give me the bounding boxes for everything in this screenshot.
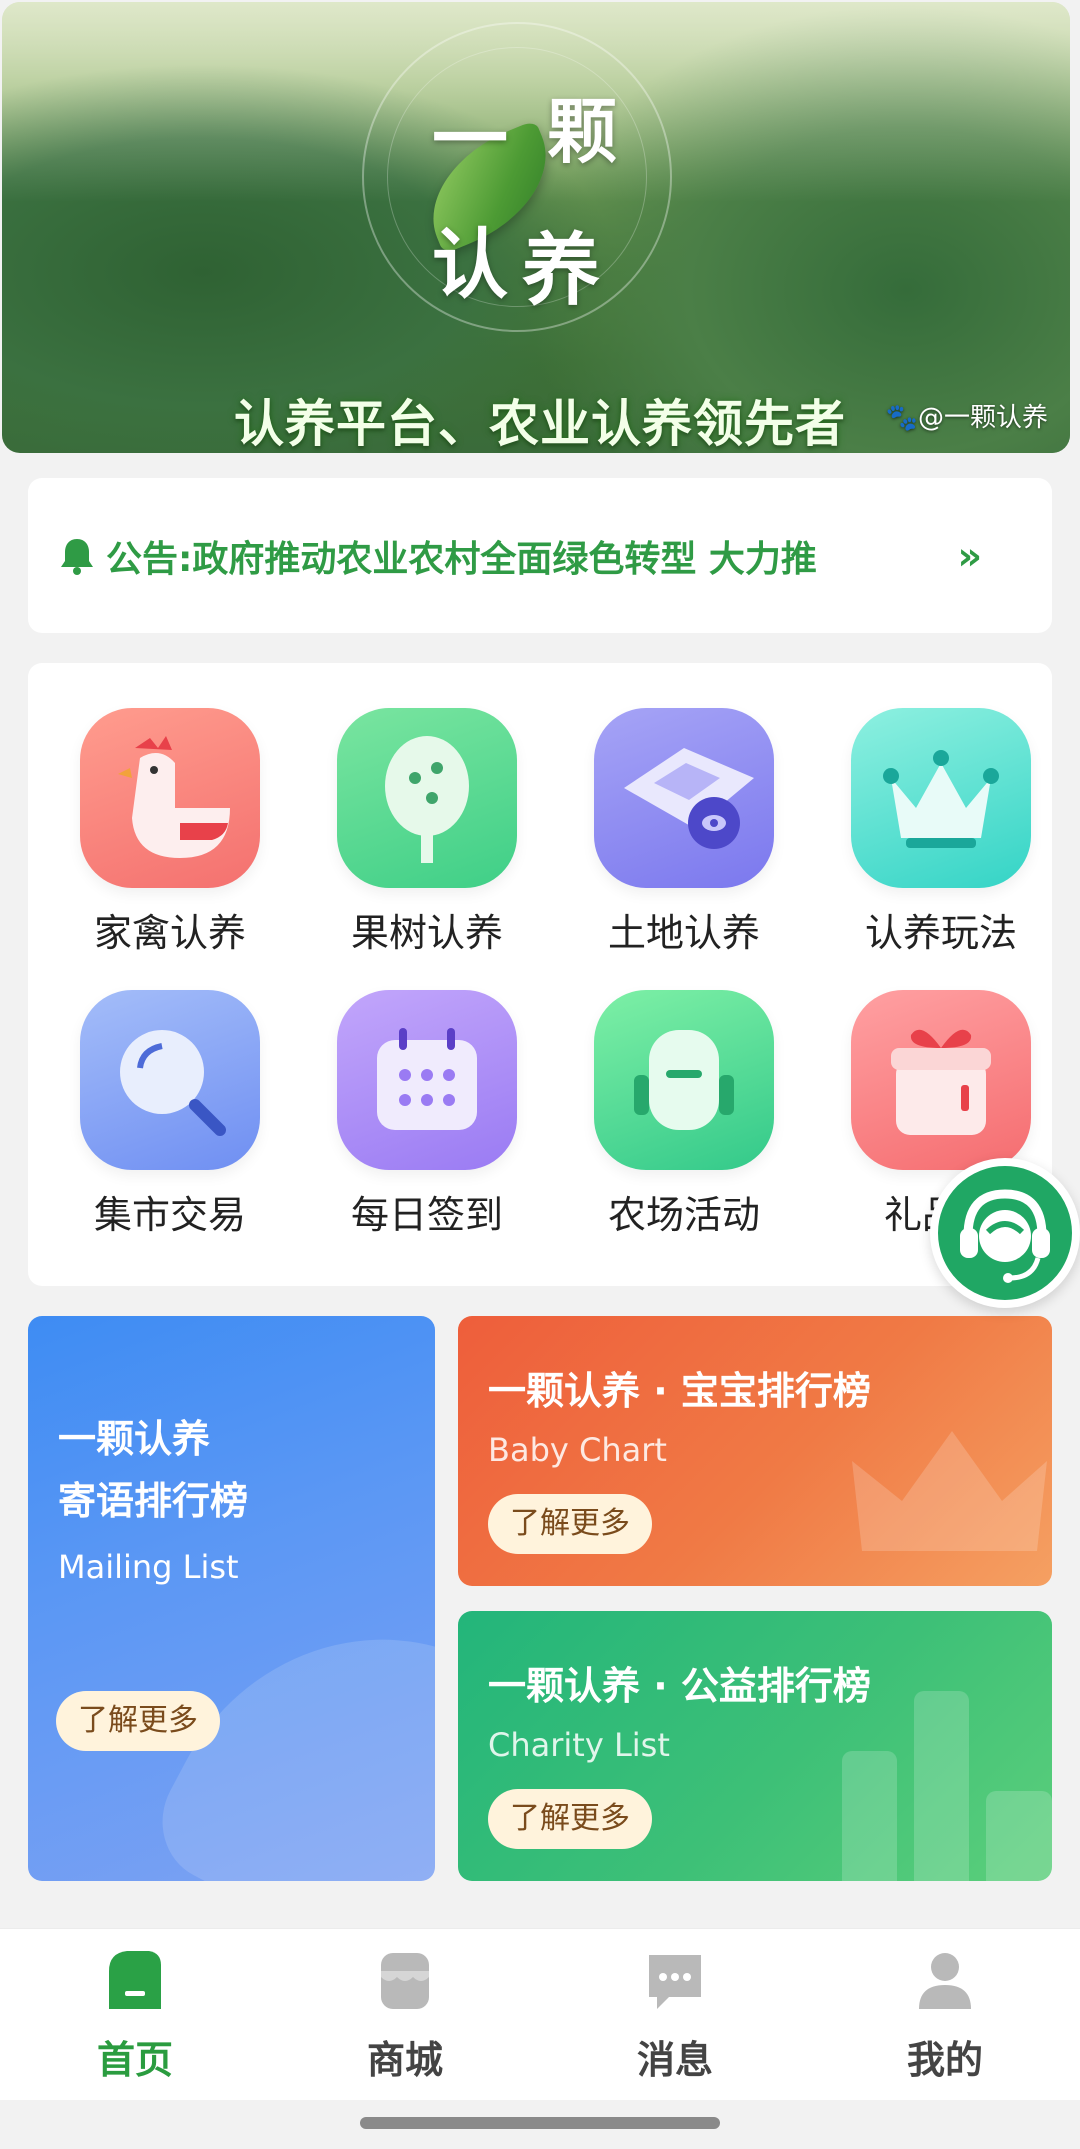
app-screen: 一 颗 认 养 认养平台、农业认养领先者 🐾@一颗认养 公告:政府推动农业农村全… xyxy=(0,0,1080,2149)
home-icon xyxy=(109,1951,161,2009)
grid-label: 农场活动 xyxy=(607,1193,760,1237)
chicken-icon xyxy=(80,708,260,888)
banner-slogan: 认养平台、农业认养领先者 xyxy=(234,395,846,453)
tab-home[interactable]: 首页 xyxy=(0,1929,270,2100)
grid-item-farm-activity[interactable]: 农场活动 xyxy=(569,990,799,1239)
baby-chart-card[interactable]: 一颗认养 · 宝宝排行榜 Baby Chart 了解更多 xyxy=(458,1316,1052,1586)
grid-label: 土地认养 xyxy=(607,911,760,955)
calendar-icon xyxy=(337,990,517,1170)
learn-more-button[interactable]: 了解更多 xyxy=(488,1494,652,1554)
customer-service-icon xyxy=(960,1189,1050,1283)
grid-label: 果树认养 xyxy=(350,911,503,955)
mailing-list-card[interactable]: 一颗认养 寄语排行榜 Mailing List 了解更多 xyxy=(28,1316,435,1881)
learn-more-button[interactable]: 了解更多 xyxy=(56,1691,220,1751)
grid-label: 每日签到 xyxy=(350,1193,503,1237)
charity-title: 一颗认养 · 公益排行榜 xyxy=(488,1664,871,1708)
tree-icon xyxy=(337,708,517,888)
charity-subtitle: Charity List xyxy=(488,1726,670,1764)
banner-calligraphy-1: 一 xyxy=(432,95,512,184)
announcement-bar[interactable]: 公告:政府推动农业农村全面绿色转型 大力推 » xyxy=(28,478,1052,633)
tab-messages[interactable]: 消息 xyxy=(540,1929,810,2100)
gift-icon xyxy=(851,990,1031,1170)
banner-calligraphy-4: 养 xyxy=(522,225,605,316)
bell-icon xyxy=(61,538,93,575)
home-indicator[interactable] xyxy=(360,2117,720,2129)
tab-shop-label: 商城 xyxy=(366,2038,443,2082)
hero-banner[interactable]: 一 颗 认 养 认养平台、农业认养领先者 🐾@一颗认养 xyxy=(2,2,1070,453)
mailing-title-line1: 一颗认养 xyxy=(58,1417,211,1461)
grid-label: 认养玩法 xyxy=(864,911,1017,955)
grid-item-adoption-play[interactable]: 认养玩法 xyxy=(826,708,1056,957)
customer-service-button[interactable] xyxy=(930,1158,1080,1308)
chevron-right-icon[interactable]: » xyxy=(957,534,982,578)
user-icon xyxy=(919,1953,971,2009)
announcement-text: 公告:政府推动农业农村全面绿色转型 大力推 xyxy=(106,538,817,580)
baby-chart-subtitle: Baby Chart xyxy=(488,1431,667,1469)
grid-label: 家禽认养 xyxy=(93,911,246,955)
tab-messages-label: 消息 xyxy=(636,2038,713,2082)
banner-calligraphy-2: 颗 xyxy=(547,90,621,173)
mailing-subtitle: Mailing List xyxy=(58,1548,239,1586)
crown-icon xyxy=(851,708,1031,888)
grid-item-fruit-tree[interactable]: 果树认养 xyxy=(312,708,542,957)
backpack-icon xyxy=(594,990,774,1170)
grid-item-market[interactable]: 集市交易 xyxy=(55,990,285,1239)
banner-calligraphy-3: 认 xyxy=(432,220,512,309)
message-icon xyxy=(649,1955,701,2009)
charity-list-card[interactable]: 一颗认养 · 公益排行榜 Charity List 了解更多 xyxy=(458,1611,1052,1881)
land-icon xyxy=(594,708,774,888)
baby-chart-title: 一颗认养 · 宝宝排行榜 xyxy=(488,1369,871,1413)
feature-grid: 家禽认养 果树认养 土地认养 认养玩法 集市交易 每日签到 农场活动 xyxy=(28,663,1052,1286)
banner-watermark: 🐾@一颗认养 xyxy=(885,403,1048,433)
bar-chart-decoration xyxy=(842,1691,1052,1881)
tab-profile-label: 我的 xyxy=(906,2038,983,2082)
grid-item-land[interactable]: 土地认养 xyxy=(569,708,799,957)
tab-shop[interactable]: 商城 xyxy=(270,1929,540,2100)
crown-decoration xyxy=(852,1431,1047,1551)
mailing-title: 一颗认养 寄语排行榜 xyxy=(58,1408,248,1532)
tab-profile[interactable]: 我的 xyxy=(810,1929,1080,2100)
tab-home-label: 首页 xyxy=(96,2038,173,2082)
learn-more-button[interactable]: 了解更多 xyxy=(488,1789,652,1849)
grid-label: 集市交易 xyxy=(93,1193,246,1237)
search-icon xyxy=(80,990,260,1170)
grid-item-checkin[interactable]: 每日签到 xyxy=(312,990,542,1239)
shop-icon xyxy=(381,1953,429,2009)
bottom-tab-bar: 首页 商城 消息 我的 xyxy=(0,1928,1080,2100)
mailing-title-line2: 寄语排行榜 xyxy=(58,1479,249,1523)
grid-item-poultry[interactable]: 家禽认养 xyxy=(55,708,285,957)
